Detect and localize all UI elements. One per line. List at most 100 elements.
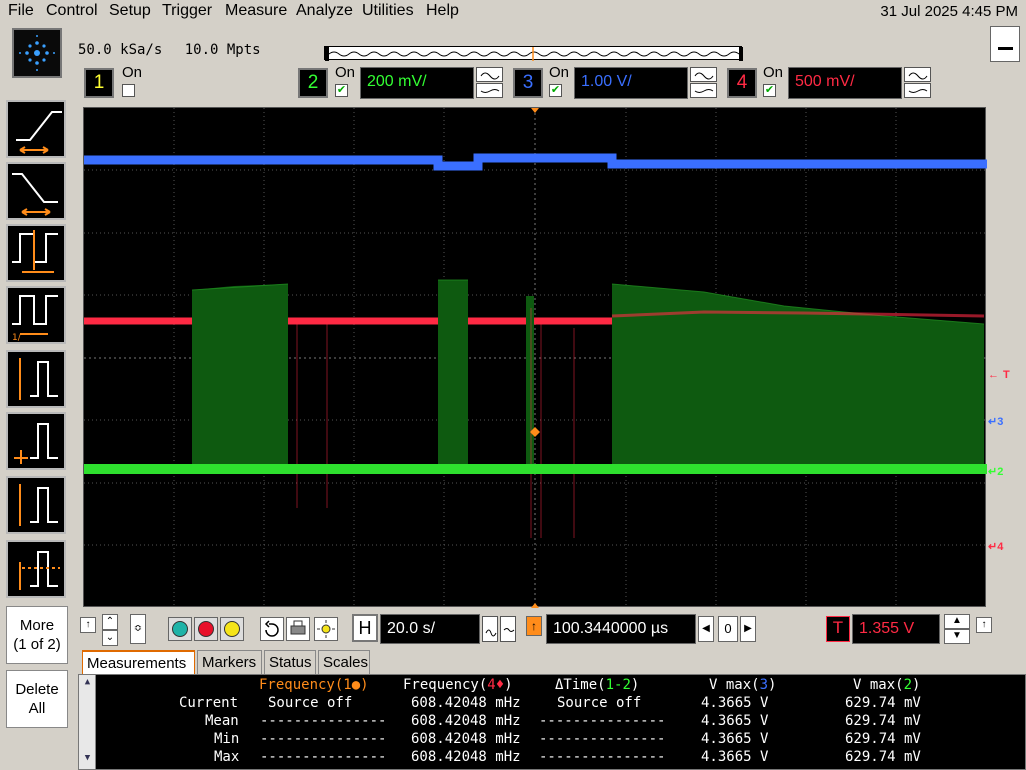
menu-measure[interactable]: Measure	[225, 2, 287, 20]
horizontal-position-display[interactable]: 100.3440000 µs	[546, 614, 696, 644]
scroll-down-icon[interactable]: ▼	[81, 753, 94, 766]
meas-cell: 4.3665 V	[701, 695, 769, 711]
meas-row-label: Mean	[205, 713, 239, 729]
minimize-icon	[998, 47, 1013, 50]
timebase-display[interactable]: 20.0 s/	[380, 614, 480, 644]
yellow-dot-icon	[224, 621, 240, 637]
meas-header-vmax-3: V max(3)	[709, 677, 777, 693]
logo-icon[interactable]	[12, 28, 62, 78]
channel-2-scale[interactable]: 200 mV/	[360, 67, 474, 99]
channel-4-scale[interactable]: 500 mV/	[788, 67, 902, 99]
trigger-falling-edge-button[interactable]	[6, 162, 66, 220]
more-page-label: (1 of 2)	[13, 636, 61, 653]
menu-help[interactable]: Help	[426, 2, 459, 20]
channel-2-checkbox[interactable]: ✔	[335, 84, 348, 97]
color-yellow-button[interactable]	[220, 617, 244, 641]
channel-4-on-label: On	[763, 64, 784, 81]
delete-label: Delete	[15, 681, 59, 698]
meas-header-vmax-2: V max(2)	[853, 677, 921, 693]
amplitude-icon	[19, 484, 58, 526]
cyan-dot-icon	[172, 621, 188, 637]
meas-header-freq-4: Frequency(4♦)	[403, 677, 513, 693]
trigger-threshold-button[interactable]	[6, 540, 66, 598]
trigger-level-display[interactable]: 1.355 V	[852, 614, 940, 644]
meas-cell: ---------------	[260, 713, 387, 729]
more-button[interactable]: More (1 of 2)	[6, 606, 68, 664]
trigger-pulse-width-button[interactable]	[6, 224, 66, 282]
channel-3-ground-marker[interactable]: ↵3	[988, 415, 1003, 428]
channel-2-button[interactable]: 2	[298, 68, 328, 98]
trigger-level-marker[interactable]: ← T	[988, 369, 1010, 381]
sun-icon	[317, 620, 335, 638]
pin-right-icon[interactable]: ↑	[976, 617, 992, 633]
menu-file[interactable]: File	[8, 2, 34, 20]
channel-4-scale-down[interactable]	[904, 83, 931, 98]
channel-1-button[interactable]: 1	[84, 68, 114, 98]
channel-2-scale-down[interactable]	[476, 83, 503, 98]
channel-3-button[interactable]: 3	[513, 68, 543, 98]
color-red-button[interactable]	[194, 617, 218, 641]
channel-4-checkbox[interactable]: ✔	[763, 84, 776, 97]
channel-1-checkbox[interactable]	[122, 84, 135, 97]
tab-status[interactable]: Status	[264, 650, 316, 674]
trigger-amplitude-button[interactable]	[6, 476, 66, 534]
collapse-button[interactable]	[990, 26, 1020, 62]
tab-markers[interactable]: Markers	[197, 650, 262, 674]
meas-cell: ---------------	[260, 749, 387, 765]
channel-2-ground-marker[interactable]: ↵2	[988, 465, 1003, 478]
timebase-decrease[interactable]	[482, 616, 498, 642]
horizontal-button[interactable]: H	[352, 614, 378, 642]
channel-3-on-label: On	[549, 64, 570, 81]
meas-row-label: Min	[214, 731, 240, 747]
scroll-up-icon[interactable]: ▲	[81, 677, 94, 690]
channel-2-scale-up[interactable]	[476, 67, 503, 82]
trigger-level-down[interactable]: ▼	[944, 629, 970, 644]
trigger-period-button[interactable]: 1/	[6, 286, 66, 344]
delete-all-button[interactable]: Delete All	[6, 670, 68, 728]
waveform-display[interactable]	[83, 107, 987, 608]
menu-setup[interactable]: Setup	[109, 2, 151, 20]
channel-2-on-label: On	[335, 64, 356, 81]
position-reference-button[interactable]: 0	[718, 616, 738, 642]
menu-utilities[interactable]: Utilities	[362, 2, 414, 20]
timebase-increase[interactable]	[500, 616, 516, 642]
pin-icon[interactable]: ↑	[80, 617, 96, 633]
meas-cell: Source off	[557, 695, 642, 711]
baseline-icon	[14, 423, 58, 464]
meas-cell: 4.3665 V	[701, 749, 769, 765]
meas-cell: 629.74 mV	[845, 749, 921, 765]
expand-icon[interactable]: ≎	[130, 614, 146, 644]
scroll-down-button[interactable]: ⌄	[102, 630, 118, 646]
meas-cell: 4.3665 V	[701, 731, 769, 747]
channel-3-scale-up[interactable]	[690, 67, 717, 82]
channel-4-scale-up[interactable]	[904, 67, 931, 82]
waveform-graticule	[84, 108, 987, 608]
channel-3-scale-down[interactable]	[690, 83, 717, 98]
print-button[interactable]	[286, 617, 310, 641]
position-right-button[interactable]: ▶	[740, 616, 756, 642]
brightness-button[interactable]	[314, 617, 338, 641]
menu-control[interactable]: Control	[46, 2, 98, 20]
channel-3-checkbox[interactable]: ✔	[549, 84, 562, 97]
channel-1-on-label: On	[122, 64, 143, 81]
color-cyan-button[interactable]	[168, 617, 192, 641]
trigger-rise-time-button[interactable]	[6, 350, 66, 408]
time-reference-icon[interactable]: ↑	[526, 616, 542, 636]
channel-3-scale[interactable]: 1.00 V/	[574, 67, 688, 99]
channel-4-ground-marker[interactable]: ↵4	[988, 540, 1003, 553]
measurements-scrollbar[interactable]: ▲ ▼	[79, 675, 96, 769]
meas-row-label: Max	[214, 749, 240, 765]
channel-4-button[interactable]: 4	[727, 68, 757, 98]
undo-button[interactable]	[260, 617, 284, 641]
tab-scales[interactable]: Scales	[318, 650, 370, 674]
scroll-up-button[interactable]: ⌃	[102, 614, 118, 630]
trigger-level-up[interactable]: ▲	[944, 614, 970, 629]
menu-analyze[interactable]: Analyze	[296, 2, 353, 20]
menu-trigger[interactable]: Trigger	[162, 2, 212, 20]
meas-cell: ---------------	[539, 731, 666, 747]
trigger-baseline-button[interactable]	[6, 412, 66, 470]
tab-measurements[interactable]: Measurements	[82, 650, 195, 674]
position-left-button[interactable]: ◀	[698, 616, 714, 642]
trigger-button[interactable]: T	[826, 616, 850, 642]
trigger-rising-edge-button[interactable]	[6, 100, 66, 158]
